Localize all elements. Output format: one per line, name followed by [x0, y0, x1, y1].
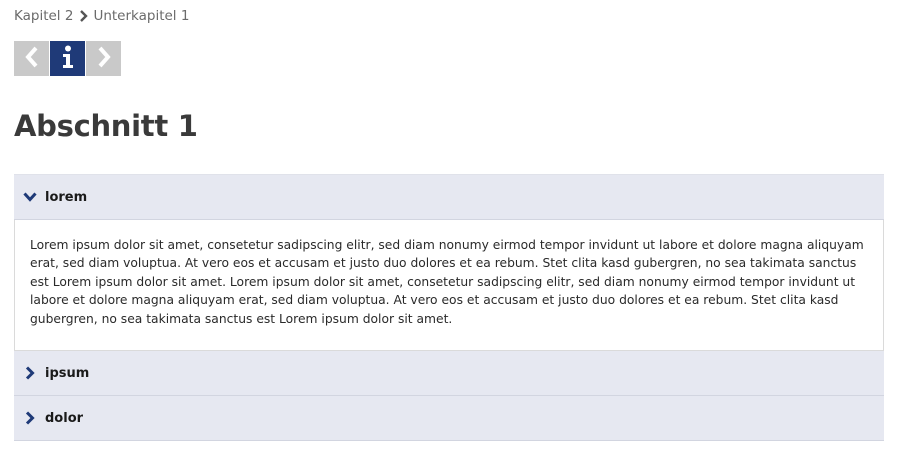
breadcrumb-item-kapitel[interactable]: Kapitel 2: [14, 8, 73, 24]
accordion-header-ipsum[interactable]: ipsum: [14, 351, 884, 396]
accordion-content-text: Lorem ipsum dolor sit amet, consetetur s…: [30, 238, 864, 326]
previous-button[interactable]: [14, 41, 49, 76]
info-button[interactable]: [50, 41, 85, 76]
accordion-panel-lorem: Lorem ipsum dolor sit amet, consetetur s…: [14, 220, 884, 351]
next-button[interactable]: [86, 41, 121, 76]
page-title: Abschnitt 1: [14, 109, 198, 143]
chevron-right-icon: [94, 45, 114, 73]
accordion-header-lorem[interactable]: lorem: [14, 174, 884, 220]
accordion: lorem Lorem ipsum dolor sit amet, conset…: [14, 174, 884, 441]
chevron-right-icon: [22, 410, 38, 426]
accordion-header-dolor[interactable]: dolor: [14, 396, 884, 441]
chevron-down-icon: [22, 189, 38, 205]
navigation-buttons: [14, 41, 121, 76]
accordion-label: dolor: [45, 410, 84, 426]
breadcrumb-item-unterkapitel[interactable]: Unterkapitel 1: [93, 8, 189, 24]
info-icon: [58, 44, 78, 74]
breadcrumb: Kapitel 2 Unterkapitel 1: [14, 6, 189, 26]
page: Kapitel 2 Unterkapitel 1 Abschnitt 1 lor…: [0, 0, 909, 474]
chevron-right-icon: [22, 365, 38, 381]
accordion-label: ipsum: [45, 365, 90, 381]
accordion-label: lorem: [45, 189, 88, 205]
chevron-left-icon: [22, 45, 42, 73]
chevron-right-icon: [76, 10, 92, 22]
